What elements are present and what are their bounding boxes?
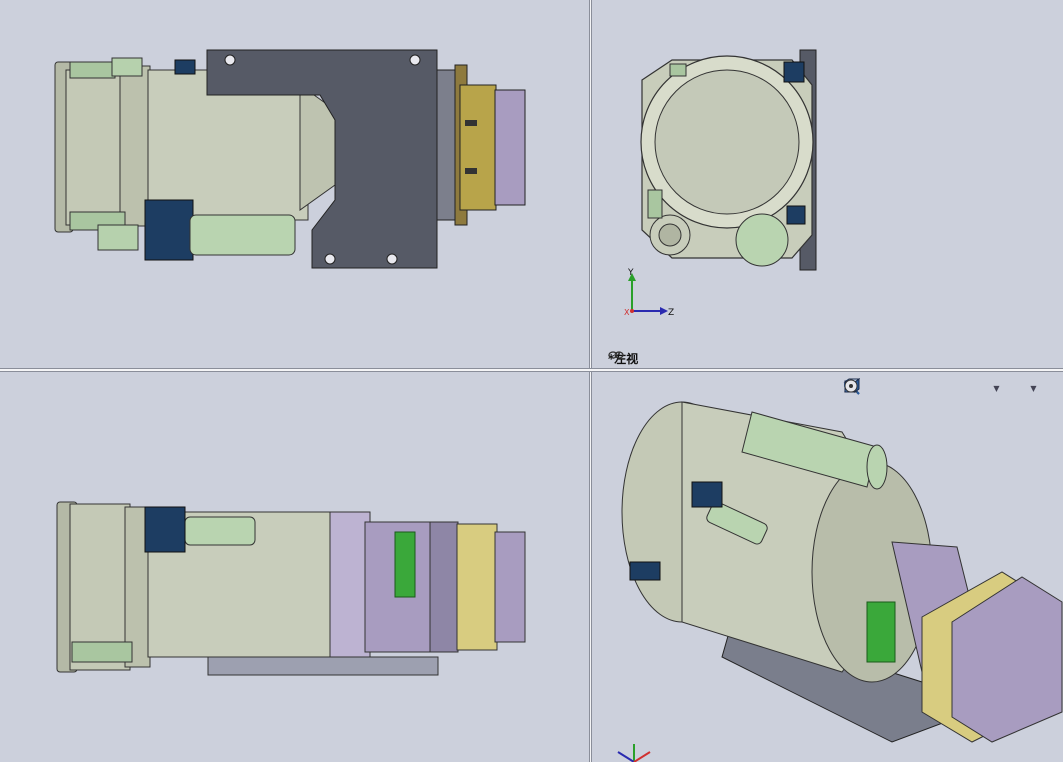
viewport-bottom-right[interactable]: ▼ ▼ xyxy=(592,372,1063,762)
coordinate-triad: Y Z X xyxy=(624,268,674,318)
model-front-view xyxy=(56,501,526,676)
viewport-bottom-left[interactable] xyxy=(0,372,589,762)
model-top-view xyxy=(54,49,526,269)
view-orientation-label[interactable]: *左视 xyxy=(608,350,638,367)
isometric-triad xyxy=(617,744,651,762)
triad-x-label: X xyxy=(624,308,630,317)
triad-z-label: Z xyxy=(668,308,674,318)
triad-y-label: Y xyxy=(627,268,634,278)
model-isometric-view xyxy=(621,401,1063,743)
viewport-top-right[interactable]: Y Z X *左视 xyxy=(592,0,1063,368)
viewport-top-left[interactable] xyxy=(0,0,589,368)
viewport-horizontal-splitter[interactable] xyxy=(0,368,1063,372)
viewport-vertical-splitter[interactable] xyxy=(589,0,592,762)
link-icon xyxy=(608,351,624,359)
